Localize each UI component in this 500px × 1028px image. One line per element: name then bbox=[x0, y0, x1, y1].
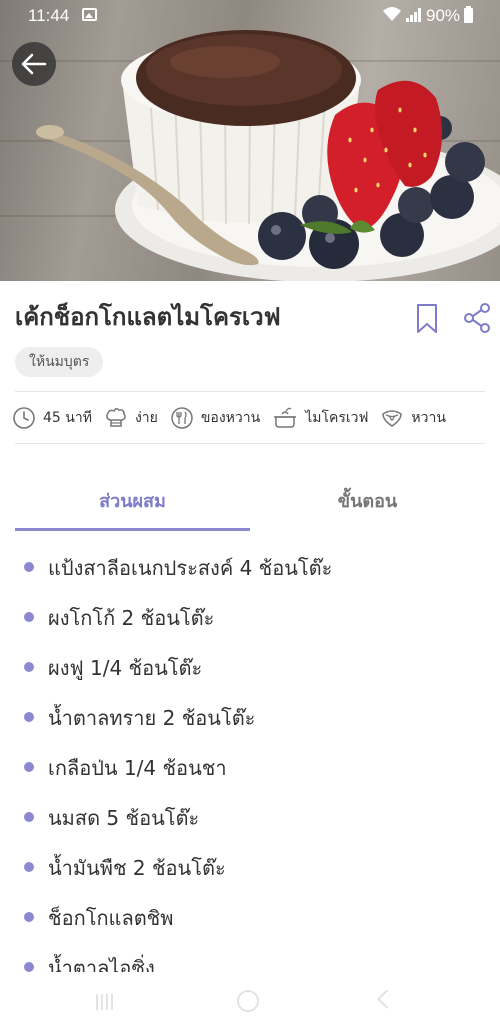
bullet-icon bbox=[24, 912, 34, 922]
image-notification-icon bbox=[82, 8, 97, 21]
list-item: นมสด 5 ช้อนโต๊ะ bbox=[0, 792, 500, 842]
pot-icon bbox=[274, 407, 297, 428]
bullet-icon bbox=[24, 812, 34, 822]
ingredient-text: นมสด 5 ช้อนโต๊ะ bbox=[48, 806, 200, 830]
recipe-meta-row: 45 นาที ง่าย ของหวาน ไมโครเวฟ หวาน bbox=[12, 404, 492, 432]
meta-category: ของหวาน bbox=[170, 406, 260, 430]
bullet-icon bbox=[24, 712, 34, 722]
list-item: ผงฟู 1/4 ช้อนโต๊ะ bbox=[0, 642, 500, 692]
battery-icon bbox=[464, 6, 473, 23]
bullet-icon bbox=[24, 962, 34, 972]
wifi-icon bbox=[382, 6, 402, 25]
tab-steps[interactable]: ขั้นตอน bbox=[250, 484, 485, 532]
meta-difficulty: ง่าย bbox=[104, 406, 158, 430]
ingredient-text: ช็อกโกแลตชิพ bbox=[48, 906, 174, 930]
divider bbox=[15, 391, 485, 392]
meta-difficulty-label: ง่าย bbox=[134, 410, 158, 426]
status-time: 11:44 bbox=[28, 6, 70, 25]
ingredient-text: น้ำตาลไอซิ่ง bbox=[48, 956, 155, 972]
list-item: เกลือป่น 1/4 ช้อนชา bbox=[0, 742, 500, 792]
meta-taste-label: หวาน bbox=[411, 410, 446, 426]
recent-apps-button[interactable] bbox=[96, 994, 118, 1010]
ingredient-text: น้ำมันพืช 2 ช้อนโต๊ะ bbox=[48, 856, 226, 880]
system-back-button[interactable] bbox=[377, 989, 397, 1009]
ingredient-text: น้ำตาลทราย 2 ช้อนโต๊ะ bbox=[48, 706, 256, 730]
tab-active-indicator bbox=[15, 528, 250, 531]
bullet-icon bbox=[24, 662, 34, 672]
bullet-icon bbox=[24, 562, 34, 572]
recipe-hero-image bbox=[0, 0, 500, 281]
meta-category-label: ของหวาน bbox=[200, 410, 261, 426]
list-item: น้ำตาลไอซิ่ง bbox=[0, 942, 500, 972]
plate-cutlery-icon bbox=[171, 407, 193, 429]
signal-icon bbox=[406, 8, 422, 22]
bullet-icon bbox=[24, 762, 34, 772]
meta-time-label: 45 นาที bbox=[43, 410, 92, 426]
bookmark-icon bbox=[417, 304, 437, 333]
list-item: น้ำมันพืช 2 ช้อนโต๊ะ bbox=[0, 842, 500, 892]
back-button[interactable] bbox=[12, 42, 56, 86]
list-item: น้ำตาลทราย 2 ช้อนโต๊ะ bbox=[0, 692, 500, 742]
list-item: ช็อกโกแลตชิพ bbox=[0, 892, 500, 942]
system-nav-bar bbox=[0, 972, 500, 1028]
clock-icon bbox=[13, 407, 35, 429]
recipe-title: เค้กช็อกโกแลตไมโครเวฟ bbox=[15, 303, 281, 331]
lava-cake-photo bbox=[36, 30, 500, 281]
ingredient-text: ผงฟู 1/4 ช้อนโต๊ะ bbox=[48, 656, 203, 680]
list-item: แป้งสาลีอเนกประสงค์ 4 ช้อนโต๊ะ bbox=[0, 542, 500, 592]
bookmark-button[interactable] bbox=[414, 303, 440, 335]
ingredient-list: แป้งสาลีอเนกประสงค์ 4 ช้อนโต๊ะ ผงโกโก้ 2… bbox=[0, 542, 500, 972]
chef-hat-icon bbox=[106, 407, 126, 427]
share-button[interactable] bbox=[463, 303, 491, 333]
divider bbox=[15, 443, 485, 444]
tab-ingredients[interactable]: ส่วนผสม bbox=[15, 484, 250, 532]
recipe-tag[interactable]: ให้นมบุตร bbox=[15, 347, 104, 377]
recipe-tabs: ส่วนผสม ขั้นตอน bbox=[15, 484, 485, 532]
bullet-icon bbox=[24, 612, 34, 622]
arrow-left-icon bbox=[21, 53, 47, 75]
battery-percent: 90% bbox=[426, 6, 461, 25]
list-item: ผงโกโก้ 2 ช้อนโต๊ะ bbox=[0, 592, 500, 642]
meta-taste: หวาน bbox=[380, 406, 446, 430]
ingredient-text: แป้งสาลีอเนกประสงค์ 4 ช้อนโต๊ะ bbox=[48, 556, 333, 580]
status-bar: 11:44 90% bbox=[0, 0, 500, 32]
bullet-icon bbox=[24, 862, 34, 872]
meta-method: ไมโครเวฟ bbox=[272, 406, 368, 430]
share-icon bbox=[464, 303, 490, 333]
meta-time: 45 นาที bbox=[12, 406, 92, 430]
home-button[interactable] bbox=[237, 990, 259, 1012]
tongue-face-icon bbox=[382, 410, 403, 427]
ingredient-text: ผงโกโก้ 2 ช้อนโต๊ะ bbox=[48, 606, 215, 630]
meta-method-label: ไมโครเวฟ bbox=[305, 410, 369, 426]
ingredient-text: เกลือป่น 1/4 ช้อนชา bbox=[48, 756, 227, 780]
